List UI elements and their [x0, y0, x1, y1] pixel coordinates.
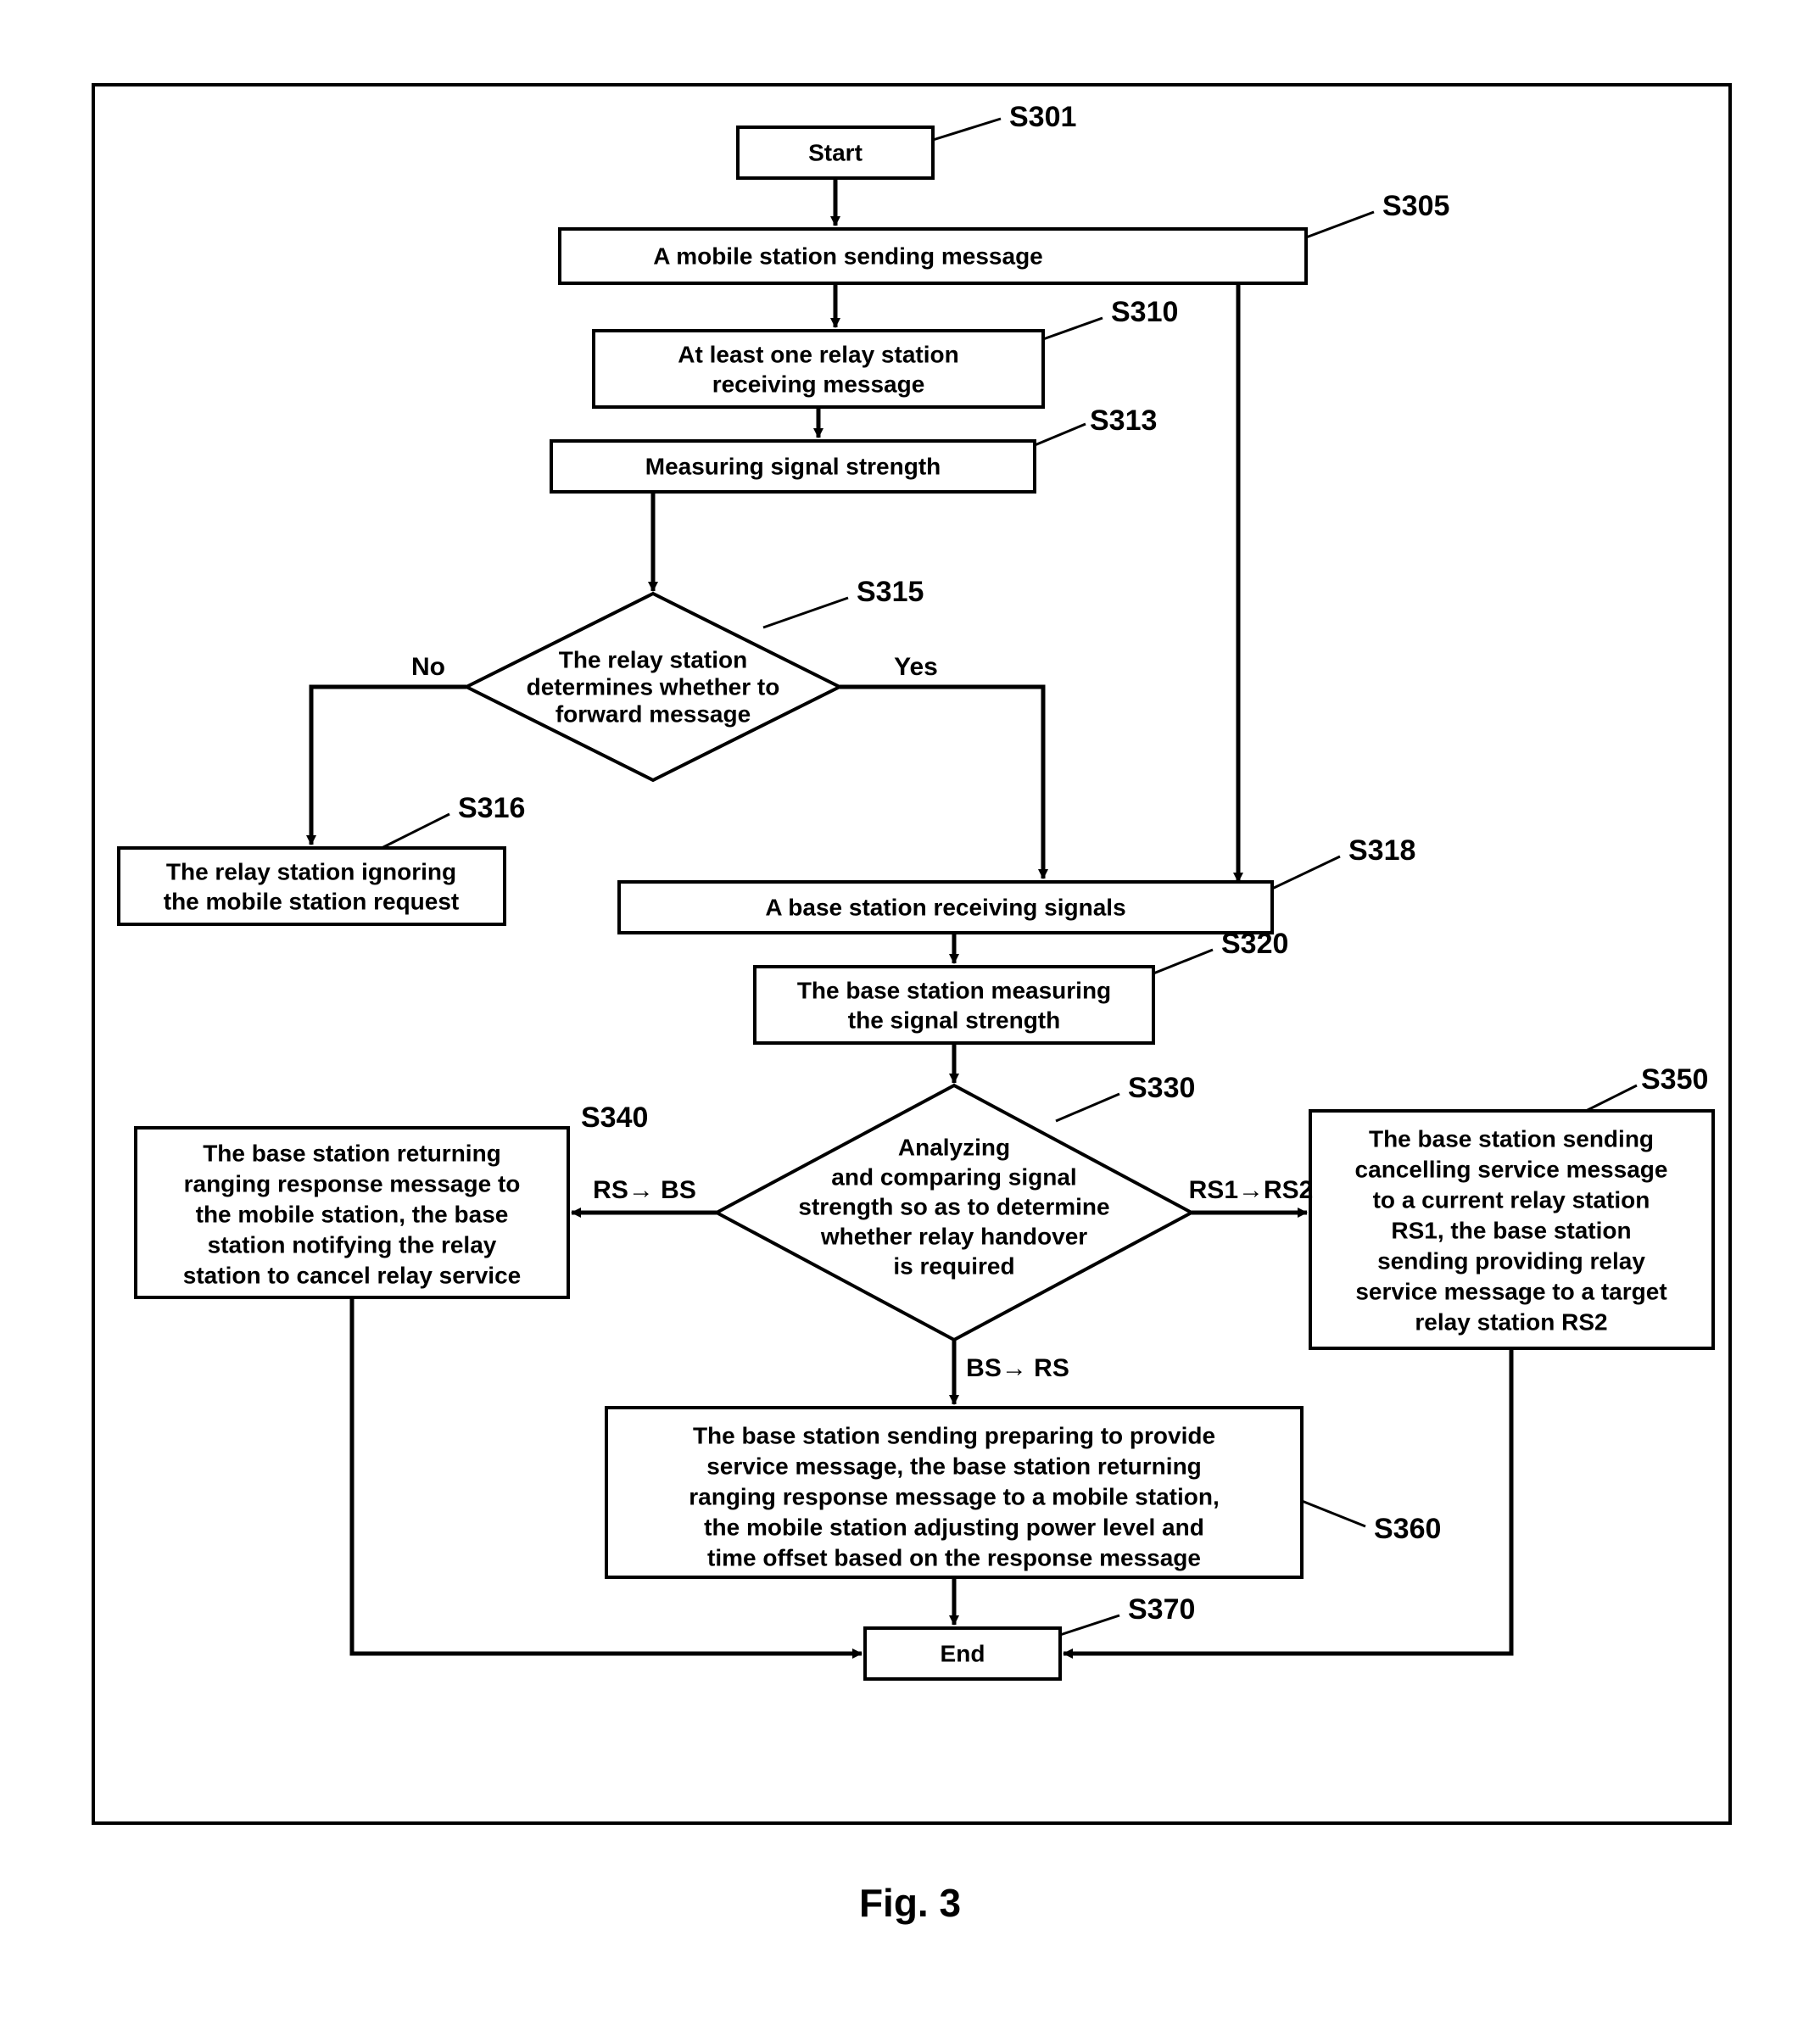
svg-text:The base station measuring: The base station measuring — [797, 977, 1111, 1003]
svg-text:S370: S370 — [1128, 1593, 1195, 1626]
node-s305: A mobile station sending message S305 — [560, 190, 1449, 283]
flowchart: Start S301 A mobile station sending mess… — [0, 0, 1820, 2036]
svg-text:S313: S313 — [1090, 404, 1157, 437]
svg-text:ranging response message to: ranging response message to — [184, 1170, 521, 1196]
svg-text:The relay station: The relay station — [559, 646, 748, 672]
svg-text:S318: S318 — [1348, 834, 1415, 867]
node-s340: The base station returning ranging respo… — [136, 1102, 648, 1297]
svg-text:S330: S330 — [1128, 1072, 1195, 1104]
node-s360: The base station sending preparing to pr… — [606, 1408, 1441, 1577]
node-s330: Analyzing and comparing signal strength … — [717, 1072, 1195, 1340]
svg-text:The relay station ignoring: The relay station ignoring — [166, 858, 456, 884]
svg-text:The base station sending prepa: The base station sending preparing to pr… — [693, 1422, 1215, 1448]
svg-text:and comparing signal: and comparing signal — [831, 1163, 1076, 1190]
svg-text:S320: S320 — [1221, 928, 1288, 960]
svg-text:No: No — [411, 653, 445, 681]
svg-text:End: End — [941, 1640, 985, 1666]
node-end: End S370 — [865, 1593, 1195, 1679]
svg-text:S316: S316 — [458, 792, 525, 824]
svg-text:the signal strength: the signal strength — [848, 1007, 1060, 1033]
node-s320: The base station measuring the signal st… — [755, 928, 1288, 1043]
svg-text:sending providing relay: sending providing relay — [1377, 1247, 1645, 1274]
svg-text:whether relay handover: whether relay handover — [820, 1223, 1087, 1249]
svg-text:ranging response message to a: ranging response message to a mobile sta… — [689, 1483, 1220, 1509]
node-s350: The base station sending cancelling serv… — [1310, 1063, 1713, 1348]
svg-text:strength so as to determine: strength so as to determine — [798, 1193, 1109, 1219]
svg-text:is required: is required — [893, 1252, 1014, 1279]
svg-text:Analyzing: Analyzing — [898, 1134, 1010, 1160]
node-s318: A base station receiving signals S318 — [619, 834, 1415, 933]
svg-text:The base station sending: The base station sending — [1369, 1125, 1654, 1152]
node-s313: Measuring signal strength S313 — [551, 404, 1157, 492]
svg-text:the mobile station adjusting p: the mobile station adjusting power level… — [704, 1514, 1204, 1540]
svg-text:S360: S360 — [1374, 1513, 1441, 1545]
svg-text:station notifying the relay: station notifying the relay — [208, 1231, 497, 1258]
svg-text:cancelling service message: cancelling service message — [1355, 1156, 1668, 1182]
svg-text:The base station returning: The base station returning — [203, 1140, 501, 1166]
svg-text:At least one relay station: At least one relay station — [678, 341, 958, 367]
svg-text:the mobile station request: the mobile station request — [164, 888, 460, 914]
svg-text:the mobile station, the base: the mobile station, the base — [196, 1201, 509, 1227]
svg-text:A base station receiving sign: A base station receiving signals — [765, 894, 1125, 920]
figure-caption: Fig. 3 — [859, 1881, 961, 1925]
svg-text:Yes: Yes — [894, 653, 938, 681]
node-s315: The relay station determines whether to … — [466, 576, 924, 780]
svg-text:to a current relay station: to a current relay station — [1373, 1186, 1650, 1213]
svg-text:Start: Start — [808, 139, 863, 165]
svg-text:time offset based on the respo: time offset based on the response messag… — [707, 1544, 1201, 1570]
svg-text:service message, the base stat: service message, the base station return… — [706, 1453, 1202, 1479]
node-s310: At least one relay station receiving mes… — [594, 296, 1178, 407]
svg-text:RS1→RS2: RS1→RS2 — [1189, 1176, 1314, 1204]
svg-text:S340: S340 — [581, 1102, 648, 1134]
svg-text:BS→ RS: BS→ RS — [966, 1354, 1069, 1382]
svg-text:RS1, the base station: RS1, the base station — [1391, 1217, 1631, 1243]
svg-text:Measuring signal strength: Measuring signal strength — [645, 453, 941, 479]
svg-text:forward message: forward message — [555, 700, 751, 727]
svg-text:S350: S350 — [1641, 1063, 1708, 1096]
svg-text:relay station RS2: relay station RS2 — [1415, 1308, 1607, 1335]
svg-text:determines whether to: determines whether to — [527, 673, 780, 700]
svg-text:station to cancel relay servic: station to cancel relay service — [183, 1262, 521, 1288]
svg-text:S305: S305 — [1382, 190, 1449, 222]
svg-text:receiving message: receiving message — [712, 371, 925, 397]
svg-text:RS→ BS: RS→ BS — [593, 1176, 696, 1204]
node-start: Start S301 — [738, 101, 1076, 178]
svg-text:S301: S301 — [1009, 101, 1076, 133]
node-s316: The relay station ignoring the mobile st… — [119, 792, 525, 924]
svg-text:S315: S315 — [857, 576, 924, 608]
svg-text:A mobile station sending messa: A mobile station sending message — [653, 243, 1043, 269]
svg-text:S310: S310 — [1111, 296, 1178, 328]
svg-text:service message to a target: service message to a target — [1355, 1278, 1666, 1304]
